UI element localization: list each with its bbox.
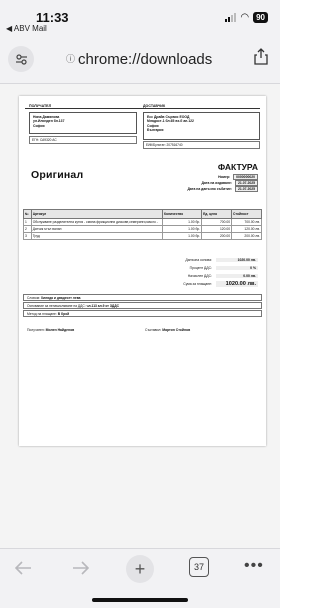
supplier-box: Есс Драйв Сървис ЕООД Младост-1 бл.65 вх…	[143, 112, 260, 140]
col-unit-price: Ед. цена	[201, 208, 233, 220]
buyer-id-value: СА9320 АС	[39, 138, 57, 142]
row-article: Датчик ъгъл валан	[30, 225, 163, 234]
buyer-id-row: ЕГН: СА9320 АС	[29, 136, 137, 144]
buyer-name: Нина Дамянова	[33, 115, 60, 119]
row-unit-price: 200.00	[201, 232, 233, 241]
share-button[interactable]	[254, 48, 268, 70]
author-block: Съставил: Мартин Стойнов	[145, 328, 190, 332]
buyer-box: Нина Дамянова ул.Илинден бл.137 София	[29, 112, 137, 134]
payment-row: Метод на плащане: В брой	[23, 310, 262, 317]
in-words-value: Хиляда и двадесет лева	[40, 296, 81, 300]
tax-date: 21.07.2025	[235, 185, 258, 193]
author-name: Мартин Стойнов	[162, 328, 191, 332]
vat-basis-row: Основание за неначисляване на ДДС: чл.11…	[23, 302, 262, 309]
row-qty: 1.00 бр.	[161, 232, 203, 241]
wifi-icon: ◠	[240, 12, 250, 23]
more-dots-icon: •••	[244, 557, 264, 574]
url-field[interactable]: ⓘ chrome://downloads	[66, 51, 212, 68]
row-no: 1	[23, 218, 32, 227]
row-qty: 1.00 бр.	[161, 218, 203, 227]
supplier-vat-label: ЕИК/Булстат:	[146, 143, 166, 147]
tax-base-value: 1020.00 лв.	[216, 257, 258, 263]
row-no: 2	[23, 225, 32, 234]
arrow-left-icon	[14, 561, 31, 575]
buyer-address: ул.Илинден бл.137	[33, 119, 65, 124]
row-article: Труд	[30, 232, 163, 241]
supplier-vat-value: 207516740	[166, 143, 183, 147]
arrow-right-icon	[73, 561, 90, 575]
row-amount: 200.00 лв.	[231, 232, 262, 241]
number-label: Номер:	[218, 174, 231, 179]
in-words-label: Словом:	[27, 296, 40, 300]
col-no: №	[23, 208, 32, 220]
issue-date-label: Дата на издаване:	[201, 180, 233, 185]
tab-switcher-button[interactable]: 37	[189, 557, 209, 577]
new-tab-button[interactable]: +	[126, 555, 154, 583]
buyer-id-label: ЕГН:	[32, 138, 40, 142]
vat-pct-value: 0 %	[216, 265, 258, 271]
table-row: 2 Датчик ъгъл валан 1.00 бр. 120.00 120.…	[23, 225, 262, 234]
supplier-address: Младост-1 бл.65 вх.б ап.122	[147, 119, 194, 124]
vat-pct-label: Процент ДДС:	[189, 265, 212, 270]
back-button[interactable]	[14, 559, 32, 580]
more-menu-button[interactable]: •••	[244, 557, 264, 575]
table-row: 3 Труд 1.00 бр. 200.00 200.00 лв.	[23, 232, 262, 241]
table-row: 1 Обслужване разделителна кутия - смяна …	[23, 218, 262, 227]
col-article: Артикул	[30, 208, 163, 220]
back-to-app-link[interactable]: ◀ ABV Mail	[6, 24, 47, 33]
url-text: chrome://downloads	[78, 51, 213, 68]
invoice-document: ПОЛУЧАТЕЛ ДОСТАВЧИК Нина Дамянова ул.Или…	[19, 96, 266, 446]
col-amount: Стойност	[231, 208, 262, 220]
total-value: 1020.00 лв.	[216, 280, 258, 288]
totals-block: Данъчна основа: 1020.00 лв. Процент ДДС: 0…	[118, 256, 258, 288]
supplier-name: Есс Драйв Сървис ЕООД	[147, 115, 190, 119]
battery-indicator: 90	[253, 12, 268, 23]
home-indicator	[92, 598, 188, 602]
cellular-signal-icon	[225, 13, 237, 22]
col-qty: Количество	[161, 208, 203, 220]
payment-label: Метод на плащане:	[27, 312, 57, 316]
row-amount: 700.00 лв.	[231, 218, 262, 227]
items-header-row: № Артикул Количество Ед. цена Стойност	[23, 208, 262, 220]
tax-base-label: Данъчна основа:	[185, 257, 212, 262]
author-label: Съставил:	[145, 328, 162, 332]
supplier-vat-row: ЕИК/Булстат: 207516740	[143, 141, 260, 149]
vat-basis-value: чл.113 ал.9 от ЗДДС	[86, 304, 119, 308]
copy-label: Оригинал	[31, 169, 84, 181]
supplier-country: България	[147, 128, 164, 133]
vat-amount-value: 0.00 лв.	[216, 273, 258, 279]
row-qty: 1.00 бр.	[161, 225, 203, 234]
total-label: Сума за плащане:	[183, 281, 212, 286]
info-icon: ⓘ	[66, 54, 76, 64]
vat-amount-label: Начислен ДДС:	[187, 273, 212, 278]
row-no: 3	[23, 232, 32, 241]
items-table: № Артикул Количество Ед. цена Стойност 1…	[23, 208, 262, 241]
receiver-name: Милен Найденов	[45, 328, 75, 332]
receiver-label: Получател:	[27, 328, 45, 332]
tune-icon	[15, 53, 27, 65]
row-unit-price: 700.00	[201, 218, 233, 227]
share-icon	[254, 48, 268, 65]
in-words-row: Словом: Хиляда и двадесет лева	[23, 294, 262, 301]
buyer-city: София	[33, 123, 45, 128]
status-bar: 11:33 ◀ ABV Mail ◠ 90	[0, 0, 280, 36]
vat-basis-label: Основание за неначисляване на ДДС:	[27, 304, 86, 308]
row-amount: 120.00 лв.	[231, 225, 262, 234]
row-unit-price: 120.00	[201, 225, 233, 234]
page-settings-button[interactable]	[8, 46, 34, 72]
address-bar: ⓘ chrome://downloads	[0, 36, 280, 84]
invoice-title: ФАКТУРА	[217, 162, 258, 172]
payment-value: В брой	[57, 312, 70, 316]
invoice-meta: Номер: 0000000020 Дата на издаване: 21.07.…	[158, 173, 258, 193]
status-time: 11:33	[36, 10, 69, 25]
receiver-block: Получател: Милен Найденов	[27, 328, 74, 332]
page-content[interactable]: ПОЛУЧАТЕЛ ДОСТАВЧИК Нина Дамянова ул.Или…	[0, 84, 280, 548]
supplier-city: София	[147, 123, 159, 128]
plus-icon: +	[134, 558, 146, 579]
header-divider	[25, 108, 260, 109]
forward-button[interactable]	[72, 559, 90, 580]
row-article: Обслужване разделителна кутия - смяна фр…	[30, 218, 163, 227]
tax-date-label: Дата на данъчно събитие:	[187, 186, 233, 191]
status-icons: ◠ 90	[225, 12, 268, 23]
